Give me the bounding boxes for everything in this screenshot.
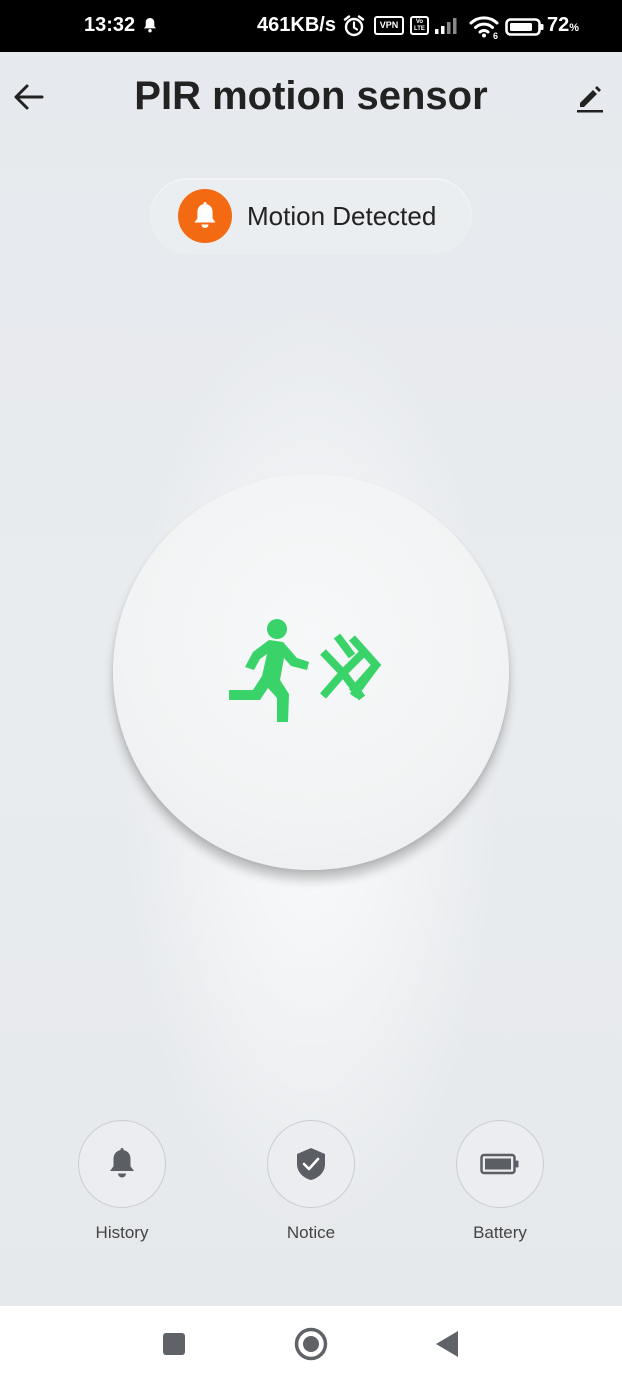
running-person-motion-icon xyxy=(229,619,382,722)
system-nav-bar xyxy=(0,1306,622,1382)
vpn-badge: VPN xyxy=(374,16,404,35)
battery-icon xyxy=(505,18,545,42)
notice-label: Notice xyxy=(286,1223,336,1242)
notice-icon-circle xyxy=(267,1120,355,1208)
back-triangle-icon xyxy=(436,1331,458,1357)
recents-button[interactable] xyxy=(162,1332,186,1360)
battery-button[interactable]: Battery xyxy=(440,1120,560,1243)
history-label: History xyxy=(95,1223,149,1242)
edit-button[interactable] xyxy=(574,82,606,114)
battery-icon xyxy=(480,1153,519,1175)
shield-check-icon xyxy=(297,1148,325,1180)
home-button[interactable] xyxy=(294,1327,328,1365)
bell-icon xyxy=(178,189,232,243)
status-bar: 13:32 461KB/s VPN Vo LTE 6 72% xyxy=(0,0,622,52)
page-title: PIR motion sensor xyxy=(134,74,488,118)
back-nav-button[interactable] xyxy=(434,1330,460,1362)
history-icon-circle xyxy=(78,1120,166,1208)
signal-icon xyxy=(434,16,462,41)
device-screen: PIR motion sensor Motion Detected Histor… xyxy=(0,52,622,1306)
notice-button[interactable]: Notice xyxy=(251,1120,371,1243)
home-circle-icon xyxy=(294,1327,328,1361)
network-speed: 461KB/s xyxy=(257,14,336,36)
history-button[interactable]: History xyxy=(62,1120,182,1243)
bell-icon xyxy=(110,1148,134,1178)
svg-text:6: 6 xyxy=(493,31,498,40)
recents-square-icon xyxy=(163,1333,185,1355)
notification-bell-icon xyxy=(143,17,157,39)
pencil-icon xyxy=(577,86,603,113)
wifi-icon: 6 xyxy=(469,14,501,46)
status-time: 13:32 xyxy=(84,14,136,36)
alarm-icon xyxy=(342,15,366,43)
sensor-button[interactable] xyxy=(113,474,509,870)
status-badge: Motion Detected xyxy=(150,178,472,254)
battery-percent: 72% xyxy=(547,14,580,36)
status-text: Motion Detected xyxy=(247,200,437,231)
battery-label: Battery xyxy=(473,1223,527,1242)
battery-icon-circle xyxy=(456,1120,544,1208)
volte-badge: Vo LTE xyxy=(410,16,429,35)
